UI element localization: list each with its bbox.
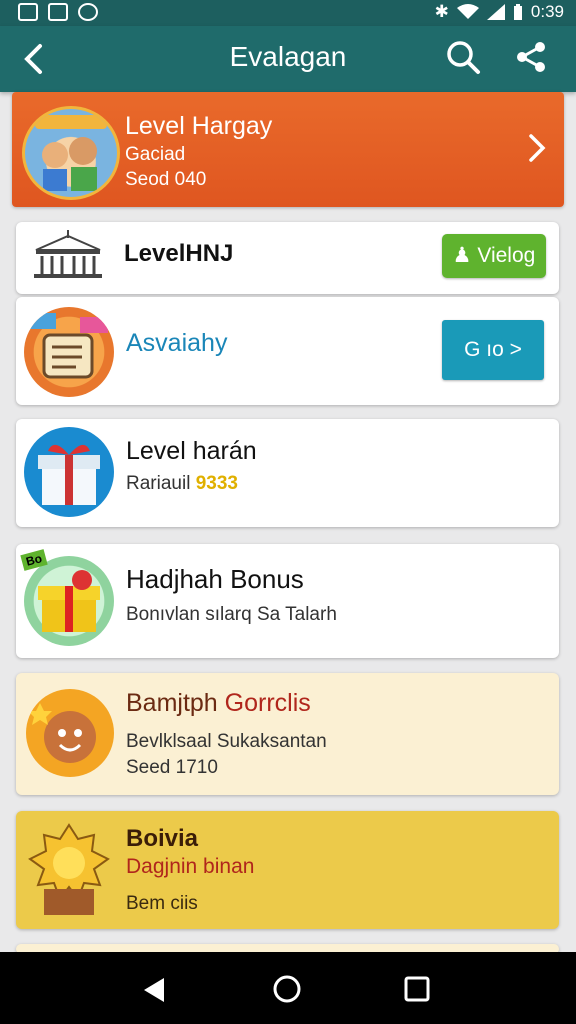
item-title: Asvaiahy	[126, 329, 228, 357]
boivia-card[interactable]: Boivia Dagjnin binan Bem ciis	[16, 811, 559, 929]
item-detail: Bem ciis	[126, 893, 198, 914]
character-avatar	[26, 689, 114, 777]
navigation-bar	[0, 952, 576, 1024]
item-detail: Seod 040	[125, 169, 207, 190]
item-title: LevelHNJ	[124, 240, 234, 267]
item-subtitle-text: Rariauil	[126, 473, 191, 494]
bluetooth-icon: ✱	[434, 2, 449, 21]
bonus-avatar	[24, 556, 114, 646]
item-title: Level harán	[126, 437, 257, 465]
share-icon[interactable]	[514, 40, 548, 74]
home-nav-icon[interactable]	[272, 974, 302, 1004]
item-detail: Seed 1710	[126, 757, 218, 778]
level-hero-card[interactable]: Level Hargay Gaciad Seod 040	[12, 92, 564, 207]
item-subtitle: Bonıvlan sılarq Sa Talarh	[126, 604, 337, 625]
vielog-button-label: Vielog	[477, 244, 536, 267]
app-notification-icon	[78, 3, 98, 21]
family-avatar	[22, 106, 120, 200]
item-title-text: Bamjtph	[126, 689, 218, 717]
gift-card[interactable]: Level harán Rariauil 9333	[16, 419, 559, 527]
page-title: Evalagan	[229, 41, 347, 72]
back-nav-icon[interactable]	[142, 976, 168, 1004]
image-notification-icon	[48, 3, 68, 21]
bamjtph-card[interactable]: Bamjtph Gorrclis Bevlklsaal Sukaksantan …	[16, 673, 559, 795]
bonus-card[interactable]: Bo Hadjhah Bonus Bonıvlan sılarq Sa Tala…	[16, 544, 559, 658]
item-title: Level Hargay	[125, 112, 273, 140]
scroll-card[interactable]: Asvaiahy G ıo >	[16, 297, 559, 405]
person-icon: ♟	[452, 244, 472, 267]
level-card[interactable]: LevelHNJ ♟ Vielog	[16, 222, 559, 294]
building-icon	[34, 230, 102, 278]
go-button[interactable]: G ıo >	[442, 320, 544, 380]
wifi-icon	[456, 4, 479, 19]
search-icon[interactable]	[444, 38, 482, 76]
item-title: Boivia	[126, 825, 199, 852]
coins-value: 9333	[195, 473, 238, 494]
item-subtitle: Rariauil 9333	[126, 473, 238, 495]
battery-icon	[513, 4, 522, 20]
status-bar: ✱ 0:39	[0, 0, 576, 26]
item-subtitle: Dagjnin binan	[126, 855, 255, 878]
notification-icons	[18, 3, 98, 21]
notification-icon	[18, 3, 38, 21]
item-title: Hadjhah Bonus	[126, 564, 304, 594]
system-icons: ✱ 0:39	[435, 2, 564, 22]
item-title-accent: Gorrclis	[224, 689, 311, 717]
clock: 0:39	[530, 2, 564, 21]
gift-avatar	[24, 427, 114, 517]
vielog-button[interactable]: ♟ Vielog	[442, 234, 546, 278]
item-subtitle: Gaciad	[125, 144, 186, 165]
chevron-right-icon	[529, 134, 546, 162]
signal-icon	[486, 4, 505, 20]
scroll-avatar	[24, 307, 114, 397]
item-title: Bamjtph Gorrclis	[126, 689, 311, 718]
recents-nav-icon[interactable]	[404, 976, 430, 1002]
sun-box-icon	[28, 823, 110, 915]
app-bar: Evalagan	[0, 26, 576, 92]
item-subtitle: Bevlklsaal Sukaksantan	[126, 731, 327, 752]
